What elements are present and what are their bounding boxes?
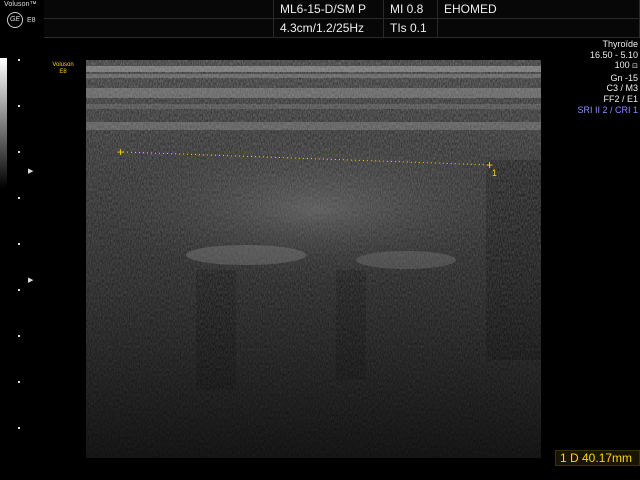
- lock-icon: ⊡: [632, 63, 638, 71]
- ultrasound-image[interactable]: [86, 60, 541, 458]
- ultrasound-texture: [86, 60, 541, 458]
- sri-label: SRI II 2 / CRI 1: [577, 104, 638, 115]
- tis-label: TIs 0.1: [384, 19, 438, 38]
- frequency-label: 16.50 - 5.10: [589, 49, 638, 60]
- image-label: Voluson E8: [52, 62, 74, 76]
- depth-tick: [18, 105, 20, 107]
- brand: Voluson™ GE E8: [2, 1, 42, 39]
- caliper-index: 1: [492, 168, 498, 178]
- caliper-start-icon[interactable]: +: [117, 146, 124, 158]
- depth-tick: [18, 243, 20, 245]
- brand-wordmark: Voluson™: [4, 1, 37, 8]
- compound-label: C3 / M3: [606, 83, 638, 94]
- depth-label: 4.3cm/1.2/25Hz: [274, 19, 384, 38]
- operator-label: EHOMED: [438, 0, 640, 19]
- probe-label: ML6-15-D/SM P: [274, 0, 384, 19]
- gain-label: Gn -15: [610, 72, 638, 83]
- mi-label: MI 0.8: [384, 0, 438, 19]
- depth-tick: [18, 289, 20, 291]
- measurement-result: 1 D 40.17mm: [555, 450, 640, 466]
- top-info-bar: Voluson™ GE E8 ML6-15-D/SM P MI 0.8 EHOM…: [0, 0, 640, 40]
- header-empty-1: [44, 0, 274, 19]
- preset-label: Thyroïde: [602, 39, 638, 49]
- focus-marker-icon: ▶: [28, 168, 34, 175]
- header-empty-2: [44, 19, 274, 38]
- ge-logo-icon: GE: [7, 12, 23, 28]
- brand-model: E8: [27, 17, 36, 24]
- power-label: 100 ⊡: [614, 60, 638, 71]
- depth-tick: [18, 427, 20, 429]
- depth-tick: [18, 151, 20, 153]
- header-empty-3: [438, 19, 640, 38]
- filter-label: FF2 / E1: [603, 93, 638, 104]
- depth-tick: [18, 335, 20, 337]
- depth-tick: [18, 59, 20, 61]
- image-label-line2: E8: [59, 69, 67, 75]
- depth-tick: [18, 381, 20, 383]
- focus-marker-icon: ▶: [28, 277, 34, 284]
- image-label-line1: Voluson: [52, 62, 74, 68]
- parameter-panel: Thyroïde 16.50 - 5.10 100 ⊡ Gn -15 C3 / …: [548, 39, 638, 115]
- depth-tick: [18, 197, 20, 199]
- grayscale-bar: [0, 58, 7, 188]
